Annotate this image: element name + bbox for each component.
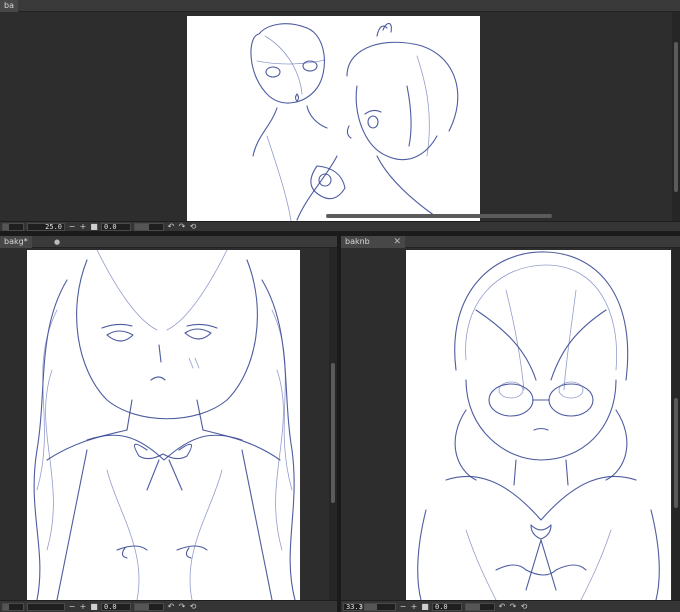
right-zoom-value[interactable]: 33.3: [343, 602, 363, 611]
zoom-out-icon[interactable]: −: [68, 602, 76, 611]
top-sketch: [250, 22, 459, 221]
left-zoom-value[interactable]: [27, 602, 65, 611]
top-angle-value[interactable]: 0.0: [101, 222, 131, 231]
zoom-in-icon[interactable]: +: [79, 222, 87, 231]
top-tab-bar: ba: [0, 0, 680, 12]
top-status-bar: 25.0 − + ■ 0.0 ↶ ↷ ⟲: [0, 221, 680, 231]
right-zoom-slider[interactable]: [364, 602, 396, 611]
right-rotate-slider[interactable]: [465, 602, 495, 611]
right-canvas-window: baknb ✕ 33.3 − + ■ 0.0 ↶ ↷ ⟲: [341, 236, 680, 612]
rotate-right-icon[interactable]: ↷: [509, 602, 517, 611]
left-sketch: [33, 250, 296, 600]
right-canvas-area[interactable]: [341, 248, 672, 600]
zoom-in-icon[interactable]: +: [79, 602, 87, 611]
top-canvas-area[interactable]: [0, 12, 672, 221]
zoom-in-icon[interactable]: +: [410, 602, 418, 611]
right-tab-bar: baknb ✕: [341, 236, 680, 248]
zoom-out-icon[interactable]: −: [68, 222, 76, 231]
tab-bakg[interactable]: bakg*: [0, 236, 32, 248]
left-tab-bar: bakg* ●: [0, 236, 337, 248]
tab-bakg-modified-marker[interactable]: ●: [54, 236, 60, 248]
zoom-out-icon[interactable]: −: [399, 602, 407, 611]
reset-rotation-icon[interactable]: ⟲: [520, 602, 528, 611]
right-status-bar: 33.3 − + ■ 0.0 ↶ ↷ ⟲: [341, 600, 680, 612]
rotate-left-icon[interactable]: ↶: [167, 222, 175, 231]
left-canvas-window: bakg* ● − + ■ 0.0 ↶ ↷ ⟲: [0, 236, 337, 612]
top-zoom-value[interactable]: 25.0: [27, 222, 65, 231]
top-vertical-scroll-thumb[interactable]: [674, 42, 678, 192]
rotate-right-icon[interactable]: ↷: [178, 222, 186, 231]
tab-ba-label: ba: [4, 1, 14, 10]
left-vertical-scrollbar[interactable]: [329, 248, 337, 600]
tab-ba[interactable]: ba: [0, 0, 18, 12]
top-horizontal-scroll-thumb[interactable]: [326, 214, 552, 218]
left-status-bar: − + ■ 0.0 ↶ ↷ ⟲: [0, 600, 337, 612]
left-angle-value[interactable]: 0.0: [101, 602, 131, 611]
right-drawing-paper[interactable]: [406, 250, 671, 600]
right-vertical-scroll-thumb[interactable]: [674, 398, 678, 508]
tab-bakg-label: bakg*: [4, 237, 28, 246]
left-vertical-scroll-thumb[interactable]: [331, 363, 335, 503]
rotate-right-icon[interactable]: ↷: [178, 602, 186, 611]
stop-icon[interactable]: ■: [90, 222, 98, 231]
right-sketch: [417, 251, 660, 600]
left-drawing-paper[interactable]: [27, 250, 300, 600]
right-vertical-scrollbar[interactable]: [672, 248, 680, 600]
right-angle-value[interactable]: 0.0: [432, 602, 462, 611]
left-zoom-slider[interactable]: [2, 602, 24, 611]
left-rotate-slider[interactable]: [134, 602, 164, 611]
top-zoom-slider[interactable]: [2, 222, 24, 231]
reset-rotation-icon[interactable]: ⟲: [189, 222, 197, 231]
top-rotate-slider[interactable]: [134, 222, 164, 231]
stop-icon[interactable]: ■: [421, 602, 429, 611]
top-vertical-scrollbar[interactable]: [672, 12, 680, 221]
stop-icon[interactable]: ■: [90, 602, 98, 611]
top-drawing-paper[interactable]: [187, 16, 480, 221]
reset-rotation-icon[interactable]: ⟲: [189, 602, 197, 611]
rotate-left-icon[interactable]: ↶: [498, 602, 506, 611]
tab-baknb[interactable]: baknb ✕: [341, 236, 405, 248]
close-icon[interactable]: ✕: [393, 236, 401, 248]
tab-baknb-label: baknb: [345, 237, 370, 246]
rotate-left-icon[interactable]: ↶: [167, 602, 175, 611]
top-canvas-window: ba 25.0 − + ■ 0.0 ↶ ↷ ⟲: [0, 0, 680, 231]
left-canvas-area[interactable]: [0, 248, 329, 600]
